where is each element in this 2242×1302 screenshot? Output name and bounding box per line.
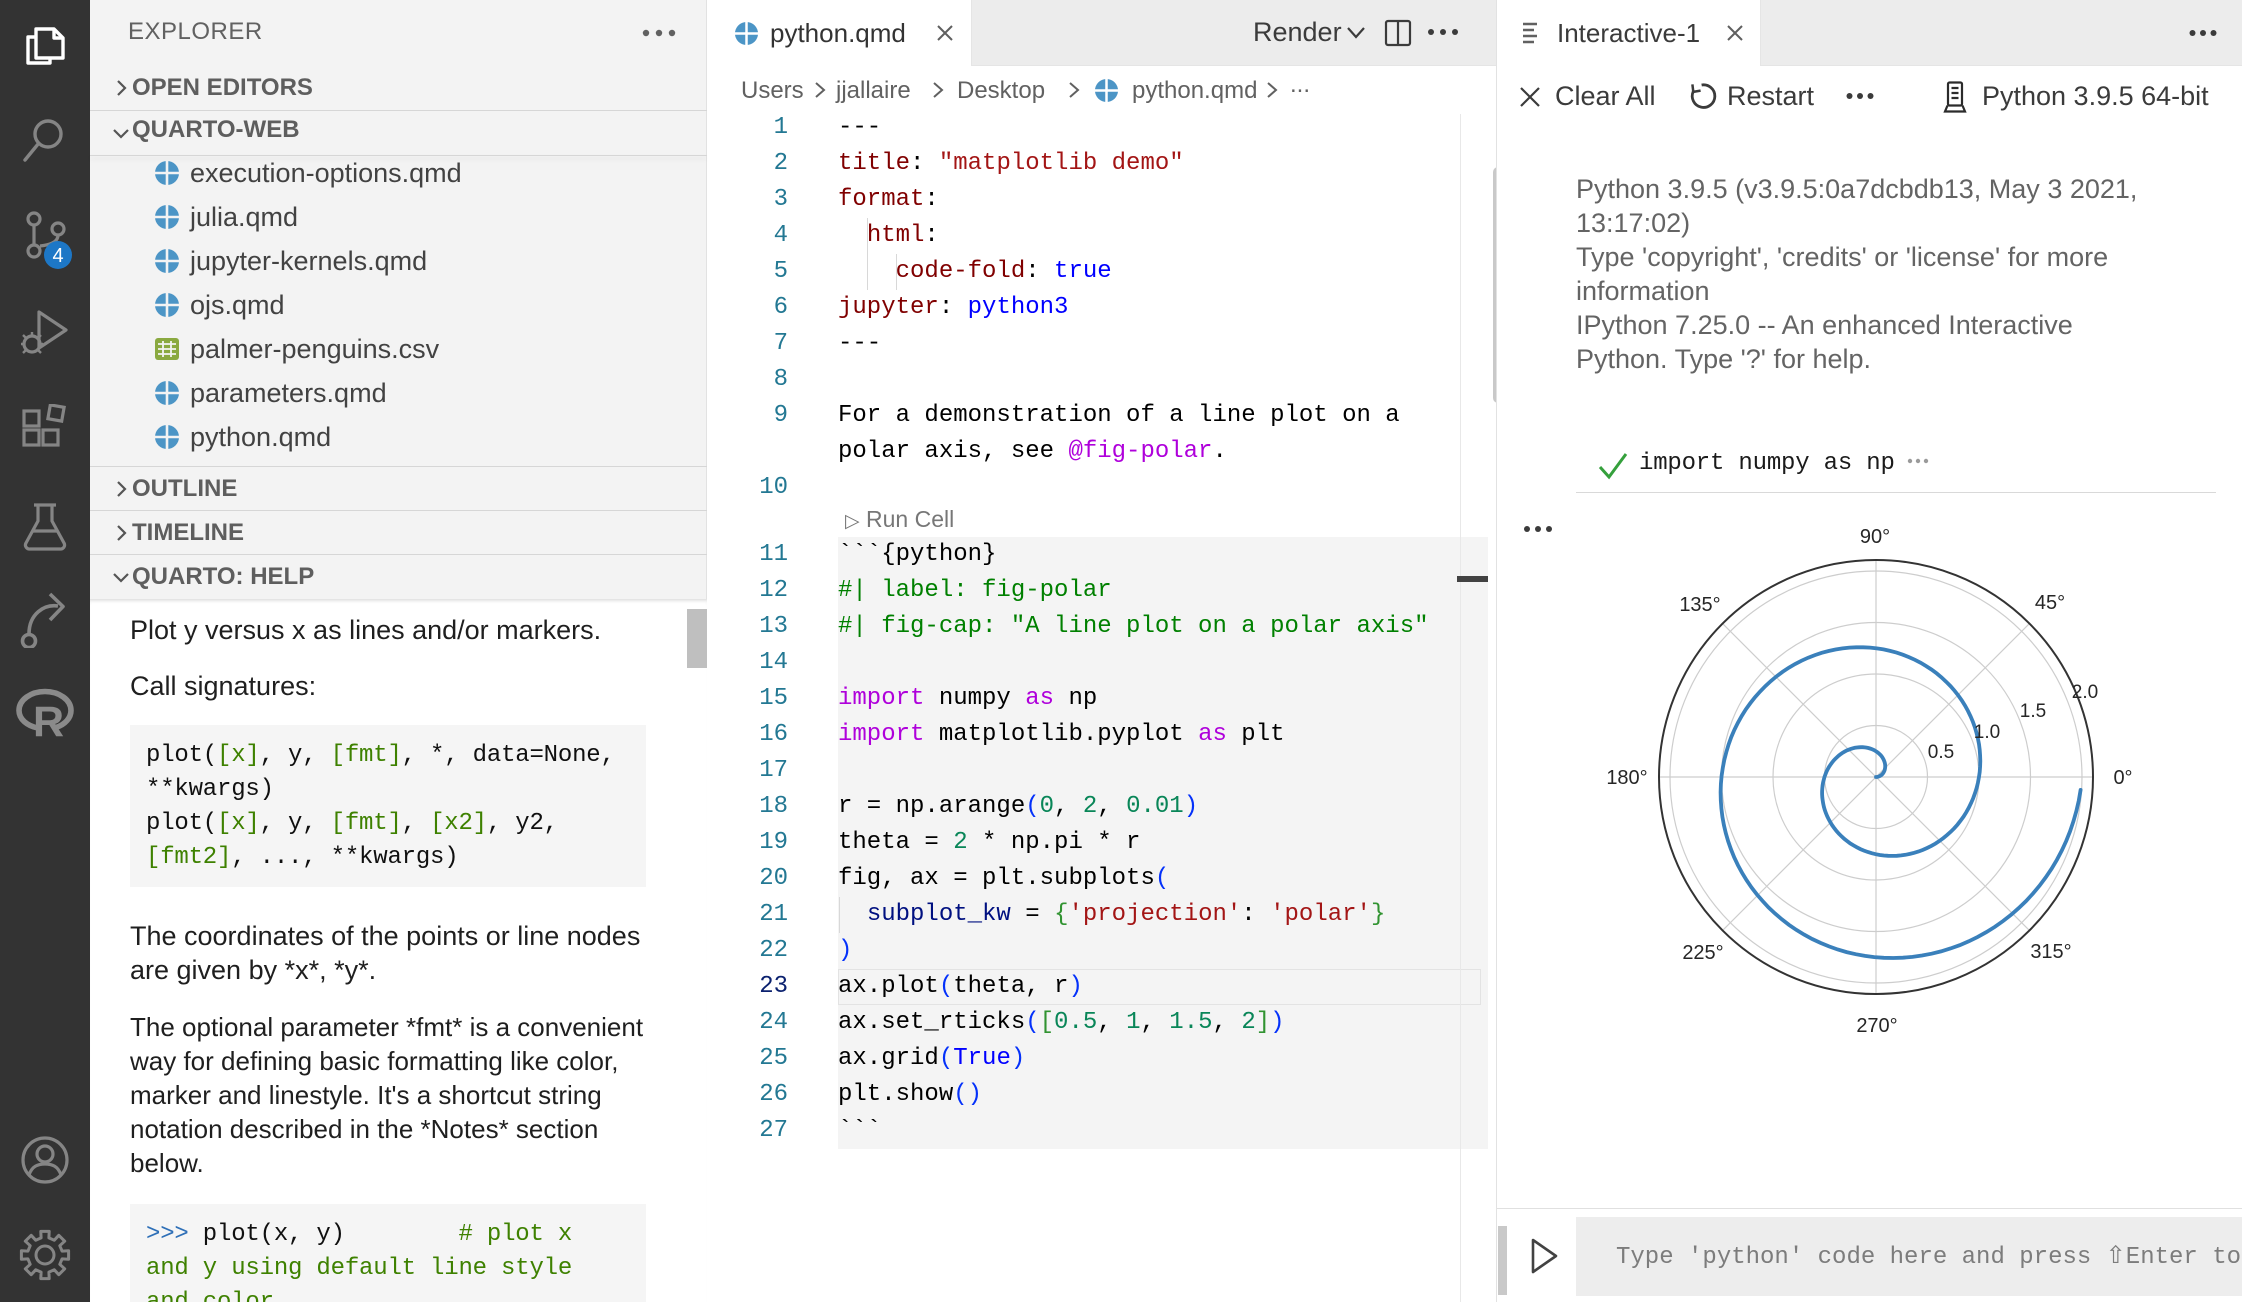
svg-text:45°: 45° bbox=[2035, 592, 2065, 614]
svg-text:2.0: 2.0 bbox=[2072, 682, 2098, 703]
svg-text:4: 4 bbox=[52, 245, 63, 267]
svg-text:1.0: 1.0 bbox=[1974, 722, 2000, 743]
svg-text:315°: 315° bbox=[2030, 941, 2071, 963]
svg-text:270°: 270° bbox=[1856, 1015, 1897, 1037]
svg-text:180°: 180° bbox=[1606, 767, 1647, 789]
svg-text:225°: 225° bbox=[1682, 942, 1723, 964]
svg-text:90°: 90° bbox=[1860, 526, 1890, 548]
svg-text:0.5: 0.5 bbox=[1928, 742, 1954, 763]
svg-text:1.5: 1.5 bbox=[2020, 701, 2046, 722]
svg-text:0°: 0° bbox=[2113, 767, 2132, 789]
svg-text:R: R bbox=[33, 698, 64, 742]
svg-text:135°: 135° bbox=[1679, 594, 1720, 616]
